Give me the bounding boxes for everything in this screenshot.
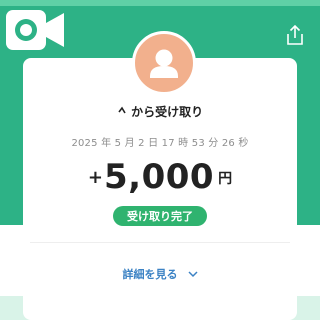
divider — [30, 242, 290, 243]
chevron-down-icon — [187, 270, 198, 277]
header-highlight — [0, 0, 320, 6]
share-icon[interactable] — [284, 24, 306, 46]
sender-name-fragment — [118, 106, 126, 114]
user-silhouette-icon — [150, 49, 178, 78]
video-camera-icon[interactable] — [6, 10, 64, 50]
amount-sign: + — [87, 167, 104, 188]
transaction-title-text: から受け取り — [131, 105, 204, 119]
details-link-label: 詳細を見る — [122, 268, 178, 281]
transaction-title: から受け取り — [23, 103, 297, 120]
status-badge: 受け取り完了 — [113, 206, 207, 226]
transaction-timestamp: 2025 年 5 月 2 日 17 時 53 分 26 秒 — [71, 138, 249, 149]
transaction-amount: + 5,000 円 — [23, 157, 297, 197]
avatar — [132, 31, 196, 95]
amount-value: 5,000 — [104, 157, 215, 197]
details-link[interactable]: 詳細を見る — [23, 266, 297, 282]
amount-unit: 円 — [218, 171, 233, 187]
